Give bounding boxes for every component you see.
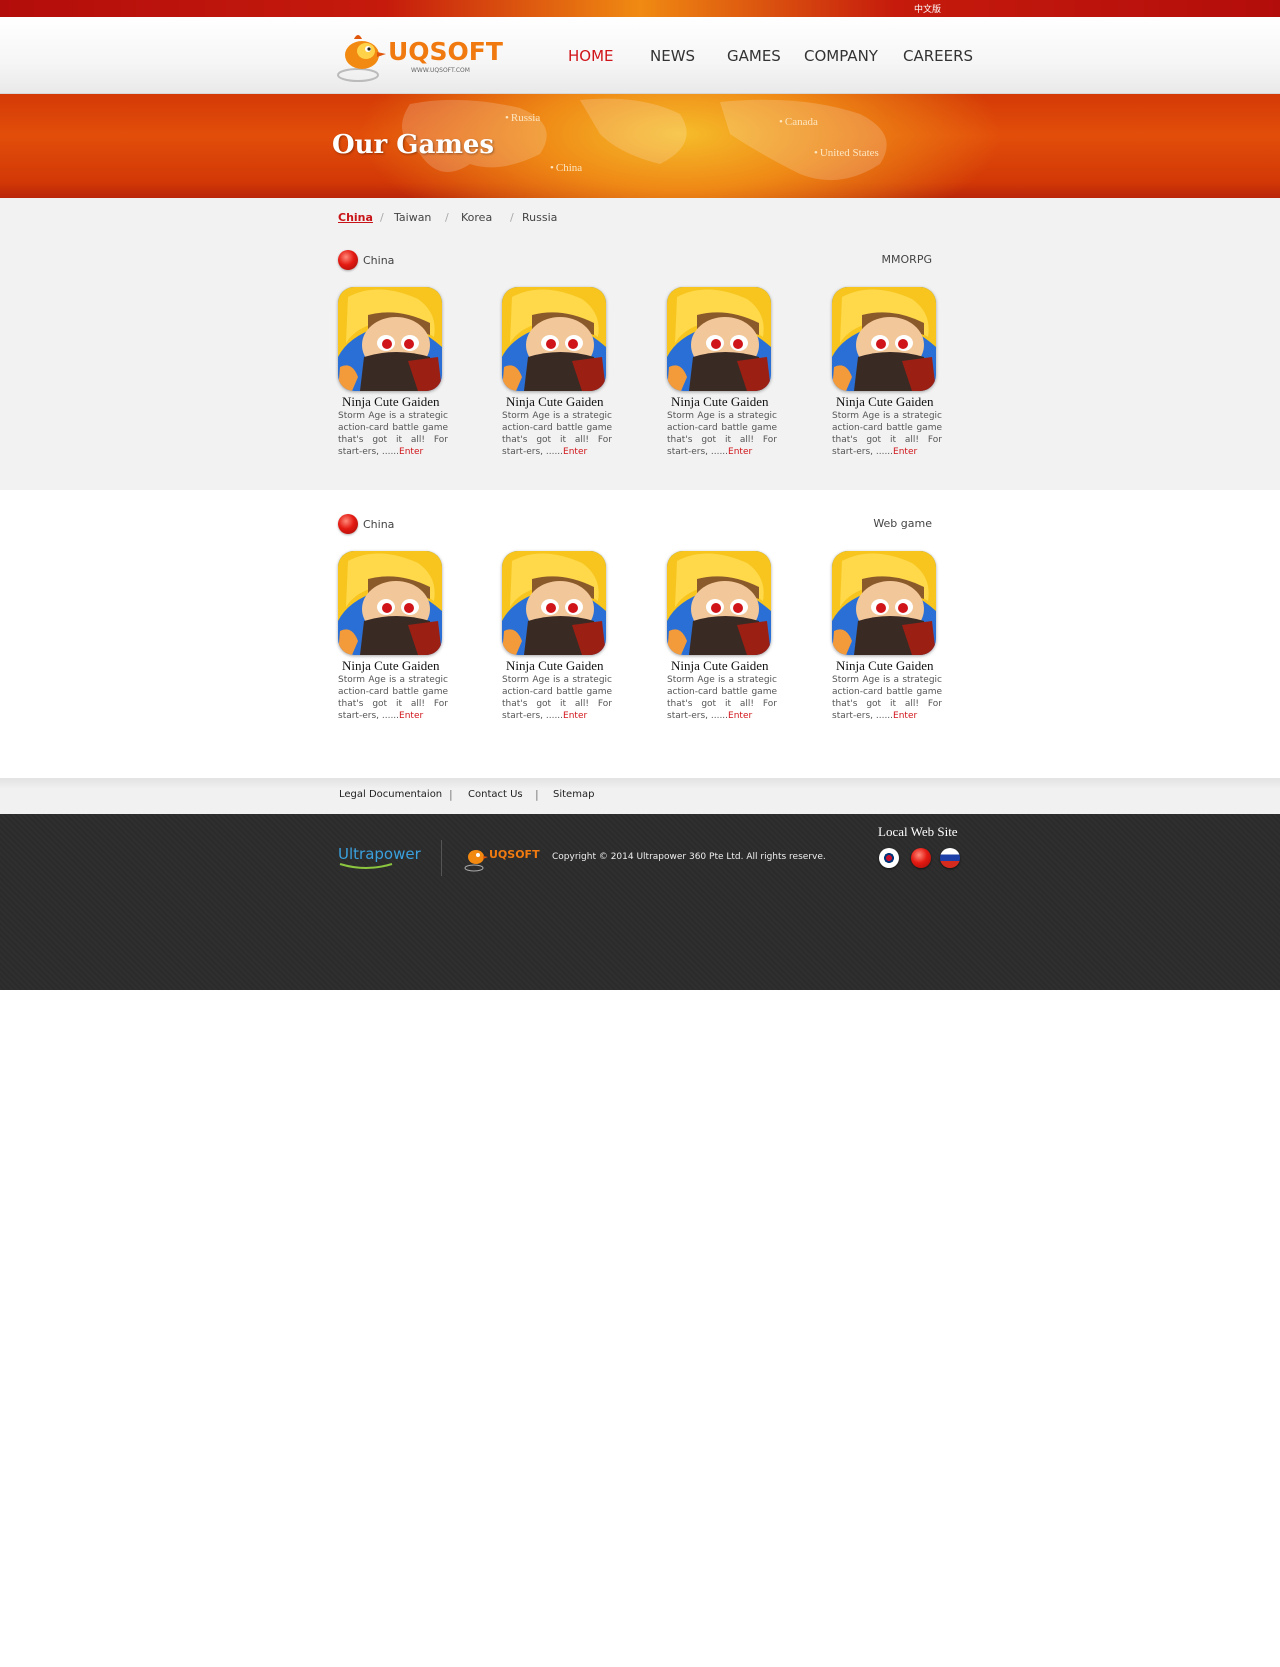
section-header-mmorpg: China MMORPG bbox=[338, 250, 932, 274]
game-description: Storm Age is a strategic action-card bat… bbox=[502, 411, 612, 457]
ninja-game-icon[interactable] bbox=[502, 287, 606, 391]
china-flag-icon bbox=[338, 250, 358, 270]
enter-link[interactable]: Enter bbox=[399, 711, 423, 721]
russia-flag-icon[interactable] bbox=[940, 848, 960, 868]
logo-wordmark: UQSOFT bbox=[388, 37, 503, 66]
site-footer: Ultrapower UQSOFT Copyright © 2014 Ultra… bbox=[0, 814, 1280, 990]
ninja-game-icon[interactable] bbox=[832, 287, 936, 391]
ultrapower-logo[interactable]: Ultrapower bbox=[338, 845, 421, 863]
enter-link[interactable]: Enter bbox=[563, 447, 587, 457]
enter-link[interactable]: Enter bbox=[893, 447, 917, 457]
game-title: Ninja Cute Gaiden bbox=[342, 658, 440, 673]
mmorpg-section-bg bbox=[0, 198, 1280, 490]
tab-russia[interactable]: Russia bbox=[522, 211, 557, 224]
footer-links-bar: Legal Documentaion | Contact Us | Sitema… bbox=[0, 778, 1280, 814]
link-divider: | bbox=[535, 788, 539, 801]
tab-china[interactable]: China bbox=[338, 211, 373, 224]
tab-taiwan[interactable]: Taiwan bbox=[394, 211, 431, 224]
copyright-text: Copyright © 2014 Ultrapower 360 Pte Ltd.… bbox=[552, 852, 826, 862]
ninja-game-icon[interactable] bbox=[667, 551, 771, 655]
footer-divider bbox=[441, 840, 442, 876]
link-divider: | bbox=[449, 788, 453, 801]
ninja-game-icon[interactable] bbox=[338, 551, 442, 655]
footer-logo-wordmark: UQSOFT bbox=[489, 848, 540, 861]
map-label-china: China bbox=[550, 162, 582, 174]
sitemap-link[interactable]: Sitemap bbox=[553, 789, 594, 800]
tab-separator: / bbox=[380, 211, 384, 224]
site-header: UQSOFT WWW.UQSOFT.COM HOME NEWS GAMES CO… bbox=[0, 17, 1280, 94]
bird-logo-icon bbox=[337, 35, 386, 82]
nav-home[interactable]: HOME bbox=[568, 47, 614, 65]
game-title: Ninja Cute Gaiden bbox=[506, 658, 604, 673]
game-description: Storm Age is a strategic action-card bat… bbox=[667, 675, 777, 721]
contact-link[interactable]: Contact Us bbox=[468, 789, 523, 800]
game-title: Ninja Cute Gaiden bbox=[671, 658, 769, 673]
game-title: Ninja Cute Gaiden bbox=[671, 394, 769, 409]
enter-link[interactable]: Enter bbox=[728, 447, 752, 457]
game-title: Ninja Cute Gaiden bbox=[506, 394, 604, 409]
game-description: Storm Age is a strategic action-card bat… bbox=[667, 411, 777, 457]
enter-link[interactable]: Enter bbox=[399, 447, 423, 457]
ninja-game-icon[interactable] bbox=[502, 551, 606, 655]
game-description: Storm Age is a strategic action-card bat… bbox=[832, 675, 942, 721]
map-label-canada: Canada bbox=[779, 116, 818, 128]
enter-link[interactable]: Enter bbox=[893, 711, 917, 721]
game-description: Storm Age is a strategic action-card bat… bbox=[338, 411, 448, 457]
game-title: Ninja Cute Gaiden bbox=[342, 394, 440, 409]
top-strip: 中文版 bbox=[0, 0, 1280, 17]
ultrapower-swoosh-icon bbox=[339, 863, 393, 869]
chinese-version-link[interactable]: 中文版 bbox=[914, 2, 941, 15]
china-flag-icon[interactable] bbox=[911, 848, 931, 868]
tab-korea[interactable]: Korea bbox=[461, 211, 492, 224]
games-banner: Our Games Russia Canada China United Sta… bbox=[0, 94, 1280, 198]
enter-link[interactable]: Enter bbox=[563, 711, 587, 721]
tab-separator: / bbox=[445, 211, 449, 224]
ninja-game-icon[interactable] bbox=[338, 287, 442, 391]
section-genre: MMORPG bbox=[881, 253, 932, 266]
tab-separator: / bbox=[510, 211, 514, 224]
game-title: Ninja Cute Gaiden bbox=[836, 658, 934, 673]
section-region: China bbox=[363, 254, 395, 267]
footer-uqsoft-logo[interactable]: UQSOFT bbox=[463, 844, 543, 874]
nav-news[interactable]: NEWS bbox=[650, 47, 695, 65]
section-header-webgame: China Web game bbox=[338, 514, 932, 538]
section-region: China bbox=[363, 518, 395, 531]
game-title: Ninja Cute Gaiden bbox=[836, 394, 934, 409]
game-description: Storm Age is a strategic action-card bat… bbox=[502, 675, 612, 721]
logo-url: WWW.UQSOFT.COM bbox=[411, 67, 470, 74]
korea-flag-icon[interactable] bbox=[879, 848, 899, 868]
enter-link[interactable]: Enter bbox=[728, 711, 752, 721]
nav-careers[interactable]: CAREERS bbox=[903, 47, 973, 65]
ninja-game-icon[interactable] bbox=[667, 287, 771, 391]
map-label-russia: Russia bbox=[505, 112, 540, 124]
map-label-united-states: United States bbox=[814, 147, 879, 159]
china-flag-icon bbox=[338, 514, 358, 534]
site-logo[interactable]: UQSOFT WWW.UQSOFT.COM bbox=[336, 27, 503, 85]
ninja-game-icon[interactable] bbox=[832, 551, 936, 655]
banner-title: Our Games bbox=[332, 130, 495, 160]
game-description: Storm Age is a strategic action-card bat… bbox=[832, 411, 942, 457]
bird-logo-icon bbox=[464, 850, 488, 872]
section-genre: Web game bbox=[873, 517, 932, 530]
legal-link[interactable]: Legal Documentaion bbox=[339, 789, 442, 800]
local-web-site-title: Local Web Site bbox=[878, 824, 958, 839]
nav-games[interactable]: GAMES bbox=[727, 47, 781, 65]
nav-company[interactable]: COMPANY bbox=[804, 47, 878, 65]
game-description: Storm Age is a strategic action-card bat… bbox=[338, 675, 448, 721]
